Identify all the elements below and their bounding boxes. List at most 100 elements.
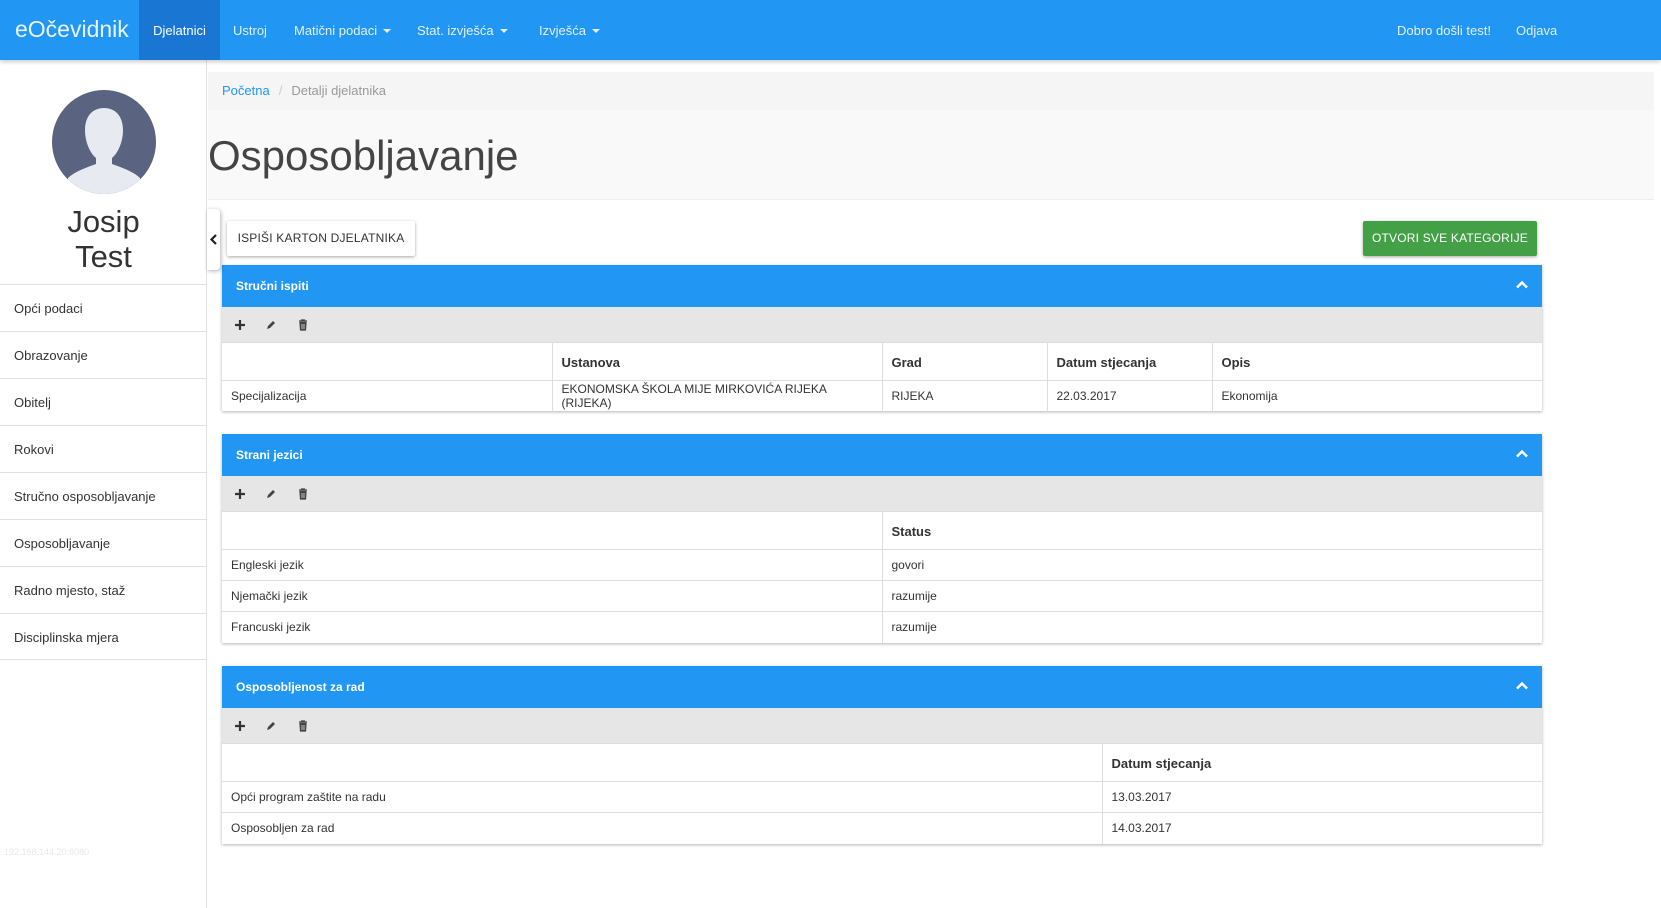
sidebar-item-opci-podaci[interactable]: Opći podaci — [0, 284, 207, 331]
sidebar-item-obrazovanje[interactable]: Obrazovanje — [0, 331, 207, 378]
nav-item-label: Stat. izvješća — [417, 23, 494, 38]
page-header: Osposobljavanje — [208, 110, 1654, 200]
nav-item-izvjesca[interactable]: Izvješća — [539, 0, 600, 60]
panel-header[interactable]: Stručni ispiti — [222, 265, 1542, 307]
panel-toolbar — [222, 708, 1542, 743]
work-qualification-table: Datum stjecanja Opći program zaštite na … — [222, 743, 1542, 844]
nav-item-stat-izvjesca[interactable]: Stat. izvješća — [417, 0, 508, 60]
pencil-icon[interactable] — [264, 487, 278, 501]
panel-header[interactable]: Osposobljenost za rad — [222, 666, 1542, 708]
sidebar-menu: Opći podaci Obrazovanje Obitelj Rokovi S… — [0, 284, 207, 660]
avatar — [52, 90, 156, 194]
top-navbar: eOčevidnik Djelatnici Ustroj Matični pod… — [0, 0, 1661, 60]
chevron-up-icon[interactable] — [1516, 280, 1528, 289]
plus-icon[interactable] — [233, 487, 247, 501]
chevron-up-icon[interactable] — [1516, 449, 1528, 458]
sidebar-item-osposobljavanje[interactable]: Osposobljavanje — [0, 519, 207, 566]
panel-title: Stručni ispiti — [236, 279, 309, 293]
plus-icon[interactable] — [233, 719, 247, 733]
panel-strani-jezici: Strani jezici Status Engleski jezik govo… — [222, 434, 1542, 643]
plus-icon[interactable] — [233, 318, 247, 332]
trash-icon[interactable] — [296, 318, 310, 332]
column-header: Status — [881, 511, 1542, 550]
panel-header[interactable]: Strani jezici — [222, 434, 1542, 476]
table-cell: 22.03.2017 — [1046, 380, 1213, 412]
page-title: Osposobljavanje — [208, 132, 519, 179]
sidebar-item-strucno-osposobljavanje[interactable]: Stručno osposobljavanje — [0, 472, 207, 519]
pencil-icon[interactable] — [264, 719, 278, 733]
table-cell: Francuski jezik — [222, 611, 883, 643]
chevron-up-icon[interactable] — [1516, 681, 1528, 690]
profile-last-name: Test — [75, 239, 132, 274]
table-cell: Ekonomija — [1211, 380, 1542, 412]
panel-toolbar — [222, 307, 1542, 342]
breadcrumb: Početna / Detalji djelatnika — [208, 72, 1654, 110]
panel-osposobljenost-za-rad: Osposobljenost za rad Datum stjecanja Op… — [222, 666, 1542, 844]
table-cell: razumije — [881, 611, 1542, 643]
table-cell: Engleski jezik — [222, 549, 883, 581]
table-row[interactable]: Osposobljen za rad 14.03.2017 — [222, 812, 1542, 844]
app-brand[interactable]: eOčevidnik — [15, 0, 129, 60]
column-header: Grad — [881, 342, 1048, 381]
column-header — [222, 743, 1103, 782]
table-header-row: Status — [222, 511, 1542, 550]
server-address: 192.168.144.20:8080 — [4, 847, 90, 857]
trash-icon[interactable] — [296, 487, 310, 501]
table-cell: EKONOMSKA ŠKOLA MIJE MIRKOVIĆA RIJEKA (R… — [551, 380, 883, 412]
table-row[interactable]: Engleski jezik govori — [222, 549, 1542, 581]
table-row[interactable]: Specijalizacija EKONOMSKA ŠKOLA MIJE MIR… — [222, 380, 1542, 412]
nav-item-maticni-podaci[interactable]: Matični podaci — [294, 0, 392, 60]
print-card-button[interactable]: ISPIŠI KARTON DJELATNIKA — [227, 221, 415, 256]
breadcrumb-separator: / — [278, 83, 283, 98]
table-cell: Osposobljen za rad — [222, 812, 1103, 844]
welcome-link[interactable]: Dobro došli test! — [1397, 0, 1491, 60]
column-header: Datum stjecanja — [1046, 342, 1213, 381]
pencil-icon[interactable] — [264, 318, 278, 332]
table-cell: Opći program zaštite na radu — [222, 781, 1103, 813]
table-cell: 14.03.2017 — [1101, 812, 1542, 844]
sidebar-item-rokovi[interactable]: Rokovi — [0, 425, 207, 472]
nav-item-label: Djelatnici — [153, 23, 206, 38]
column-header: Ustanova — [551, 342, 883, 381]
exams-table: Ustanova Grad Datum stjecanja Opis Speci… — [222, 342, 1542, 412]
panel-title: Strani jezici — [236, 448, 303, 462]
breadcrumb-current: Detalji djelatnika — [291, 83, 386, 98]
user-silhouette-icon — [68, 108, 140, 194]
table-cell: 13.03.2017 — [1101, 781, 1542, 813]
nav-item-label: Matični podaci — [294, 23, 378, 38]
nav-item-ustroj[interactable]: Ustroj — [233, 0, 267, 60]
sidebar-item-radno-mjesto[interactable]: Radno mjesto, staž — [0, 566, 207, 613]
table-header-row: Ustanova Grad Datum stjecanja Opis — [222, 342, 1542, 381]
nav-item-label: Ustroj — [233, 23, 267, 38]
open-all-categories-button[interactable]: OTVORI SVE KATEGORIJE — [1363, 221, 1537, 256]
breadcrumb-home-link[interactable]: Početna — [222, 83, 270, 98]
chevron-left-icon — [209, 234, 217, 245]
sidebar-collapse-toggle[interactable] — [207, 209, 220, 270]
sidebar-item-disciplinska-mjera[interactable]: Disciplinska mjera — [0, 613, 207, 660]
table-cell: razumije — [881, 580, 1542, 612]
caret-down-icon — [591, 29, 600, 33]
table-cell: Specijalizacija — [222, 380, 553, 412]
profile-first-name: Josip — [67, 204, 140, 239]
table-row[interactable]: Francuski jezik razumije — [222, 611, 1542, 643]
trash-icon[interactable] — [296, 719, 310, 733]
column-header — [222, 342, 553, 381]
logout-link[interactable]: Odjava — [1516, 0, 1557, 60]
panel-title: Osposobljenost za rad — [236, 680, 365, 694]
sidebar-item-obitelj[interactable]: Obitelj — [0, 378, 207, 425]
panel-strucni-ispiti: Stručni ispiti Ustanova Grad Datum stjec… — [222, 265, 1542, 412]
caret-down-icon — [499, 29, 508, 33]
column-header: Datum stjecanja — [1101, 743, 1542, 782]
table-row[interactable]: Njemački jezik razumije — [222, 580, 1542, 612]
table-row[interactable]: Opći program zaštite na radu 13.03.2017 — [222, 781, 1542, 813]
table-cell: govori — [881, 549, 1542, 581]
nav-item-label: Izvješća — [539, 23, 586, 38]
sidebar: Josip Test Opći podaci Obrazovanje Obite… — [0, 60, 207, 908]
column-header: Opis — [1211, 342, 1542, 381]
nav-item-djelatnici[interactable]: Djelatnici — [139, 0, 220, 60]
column-header — [222, 511, 883, 550]
languages-table: Status Engleski jezik govori Njemački je… — [222, 511, 1542, 643]
table-cell: RIJEKA — [881, 380, 1048, 412]
caret-down-icon — [383, 29, 392, 33]
table-cell: Njemački jezik — [222, 580, 883, 612]
